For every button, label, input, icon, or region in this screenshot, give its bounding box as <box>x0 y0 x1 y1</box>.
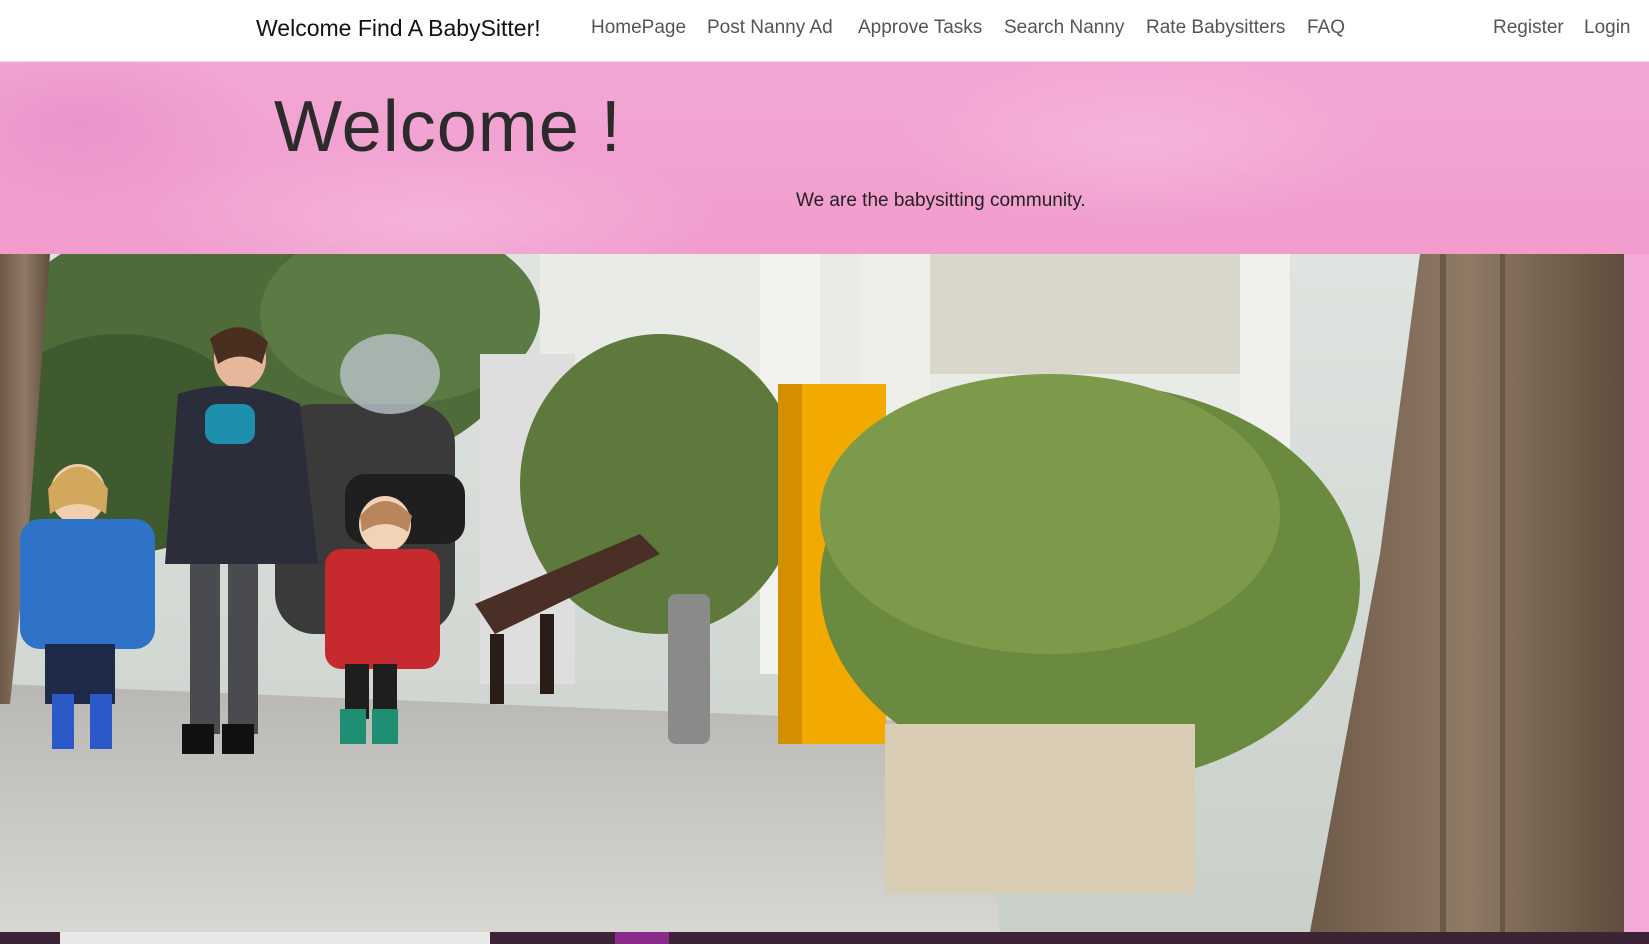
top-navbar: Welcome Find A BabySitter! HomePage Post… <box>0 0 1649 62</box>
hero-banner: Welcome ! We are the babysitting communi… <box>0 62 1649 254</box>
hero-subtitle: We are the babysitting community. <box>796 190 1086 211</box>
brand-link[interactable]: Welcome Find A BabySitter! <box>256 15 541 42</box>
taskbar-segment-accent <box>615 932 669 944</box>
nav-faq[interactable]: FAQ <box>1307 17 1345 39</box>
nav-register[interactable]: Register <box>1493 17 1564 39</box>
nav-rate-babysitters[interactable]: Rate Babysitters <box>1146 17 1285 39</box>
nav-search-nanny[interactable]: Search Nanny <box>1004 17 1124 39</box>
taskbar-segment <box>60 932 490 944</box>
taskbar-strip <box>0 932 1649 944</box>
nav-post-nanny-ad[interactable]: Post Nanny Ad <box>707 17 833 39</box>
nav-approve-tasks[interactable]: Approve Tasks <box>858 17 982 39</box>
hero-title: Welcome ! <box>274 87 622 167</box>
nav-homepage[interactable]: HomePage <box>591 17 686 39</box>
family-walking-photo <box>0 254 1624 932</box>
nav-login[interactable]: Login <box>1584 17 1631 39</box>
